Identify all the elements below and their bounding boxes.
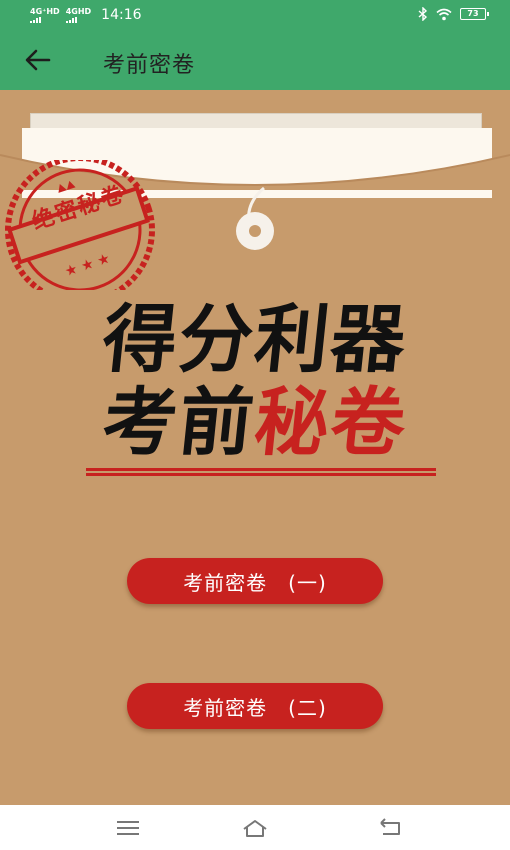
headline: 得分利器 考前秘卷 xyxy=(0,297,510,466)
status-left: 4G⁺HD 4GHD 14:16 xyxy=(30,7,142,23)
bluetooth-icon xyxy=(418,7,428,21)
network-label-2: 4GHD xyxy=(65,6,92,16)
headline-line2-red: 秘卷 xyxy=(250,380,412,466)
arrow-left-icon[interactable] xyxy=(24,48,52,72)
signal-indicator-1: 4G⁺HD xyxy=(30,6,60,23)
exam-paper-1-button[interactable]: 考前密卷 (一) xyxy=(127,558,383,604)
network-label-1: 4G⁺HD xyxy=(30,6,60,16)
battery-icon: 73 xyxy=(460,8,489,20)
status-bar: 4G⁺HD 4GHD 14:16 73 xyxy=(0,0,510,30)
signal-indicator-2: 4GHD xyxy=(65,6,92,23)
system-nav-bar xyxy=(0,805,510,850)
headline-line2: 考前秘卷 xyxy=(0,380,510,466)
page-title: 考前密卷 xyxy=(103,53,196,78)
status-time: 14:16 xyxy=(101,7,142,23)
headline-underline xyxy=(86,468,436,478)
exam-paper-2-button[interactable]: 考前密卷 (二) xyxy=(127,683,383,729)
secret-stamp-icon: ★ ★ ★ xyxy=(5,160,155,290)
screen: 4G⁺HD 4GHD 14:16 73 考前密卷 ★ ★ ★ 绝密秘卷 得分利器… xyxy=(0,0,510,850)
status-right: 73 xyxy=(418,7,489,21)
svg-text:★ ★ ★: ★ ★ ★ xyxy=(63,251,112,281)
signal-bars-icon xyxy=(30,16,41,23)
app-bar: 考前密卷 xyxy=(0,30,510,90)
menu-icon[interactable] xyxy=(114,817,142,839)
signal-bars-icon xyxy=(65,16,77,23)
back-icon[interactable] xyxy=(376,817,404,839)
wifi-icon xyxy=(436,8,452,20)
battery-level: 73 xyxy=(467,9,479,18)
home-icon[interactable] xyxy=(241,817,269,839)
envelope-string-loop xyxy=(236,186,274,250)
headline-line1: 得分利器 xyxy=(98,297,412,383)
headline-line2-black: 考前 xyxy=(98,380,260,466)
